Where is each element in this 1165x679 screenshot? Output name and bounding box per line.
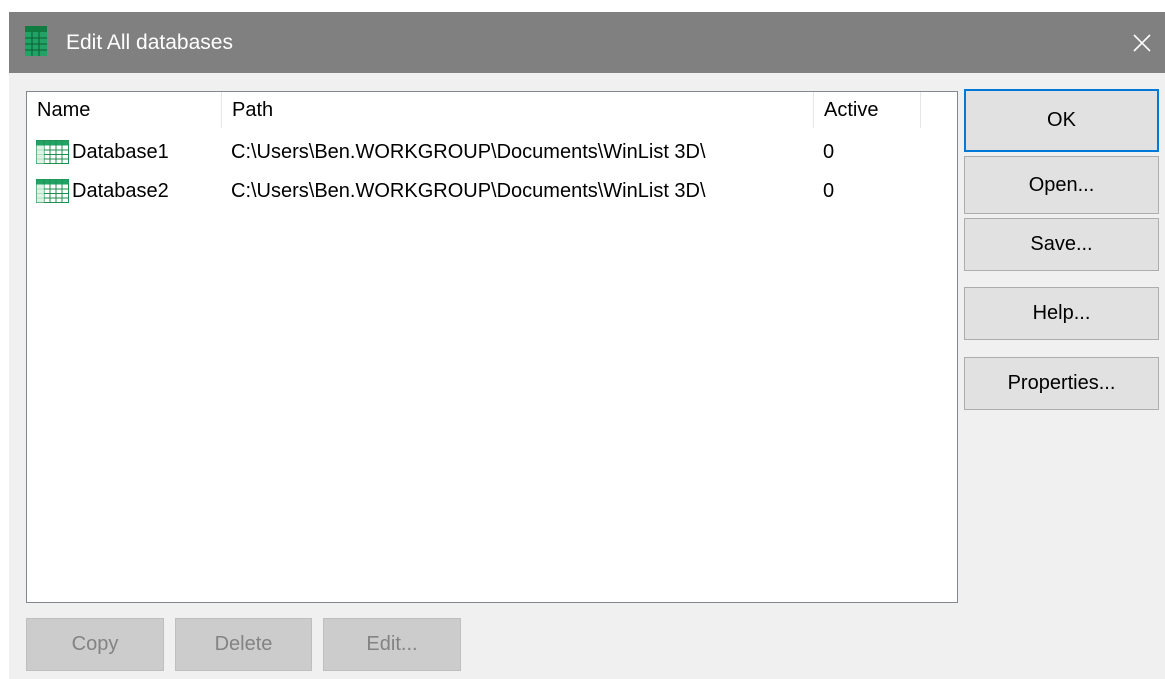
database-active: 0 xyxy=(823,141,835,163)
database-name: Database1 xyxy=(72,141,169,163)
close-icon xyxy=(1133,33,1151,52)
help-button[interactable]: Help... xyxy=(964,287,1159,340)
delete-button[interactable]: Delete xyxy=(175,618,312,671)
save-button[interactable]: Save... xyxy=(964,218,1159,271)
database-list[interactable]: Name Path Active Database1 C:\Users\Ben.… xyxy=(26,91,958,603)
title-bar[interactable]: Edit All databases xyxy=(9,12,1165,73)
close-button[interactable] xyxy=(1119,12,1165,73)
list-item[interactable]: Database2 C:\Users\Ben.WORKGROUP\Documen… xyxy=(27,172,957,210)
column-header-name[interactable]: Name xyxy=(27,92,219,128)
list-header: Name Path Active xyxy=(27,92,957,128)
ok-button[interactable]: OK xyxy=(964,89,1159,152)
edit-button[interactable]: Edit... xyxy=(323,618,461,671)
edit-databases-dialog: Edit All databases Name Path Active Data… xyxy=(9,12,1165,679)
properties-button[interactable]: Properties... xyxy=(964,357,1159,410)
copy-button[interactable]: Copy xyxy=(26,618,164,671)
database-table-icon xyxy=(25,26,47,56)
database-name: Database2 xyxy=(72,180,169,202)
column-header-active[interactable]: Active xyxy=(813,92,921,128)
database-path: C:\Users\Ben.WORKGROUP\Documents\WinList… xyxy=(231,141,706,163)
database-table-icon xyxy=(36,140,69,164)
database-table-icon xyxy=(36,179,69,203)
database-path: C:\Users\Ben.WORKGROUP\Documents\WinList… xyxy=(231,180,706,202)
list-item[interactable]: Database1 C:\Users\Ben.WORKGROUP\Documen… xyxy=(27,133,957,171)
database-active: 0 xyxy=(823,180,835,202)
column-header-path[interactable]: Path xyxy=(221,92,811,128)
open-button[interactable]: Open... xyxy=(964,156,1159,214)
window-title: Edit All databases xyxy=(66,31,233,54)
